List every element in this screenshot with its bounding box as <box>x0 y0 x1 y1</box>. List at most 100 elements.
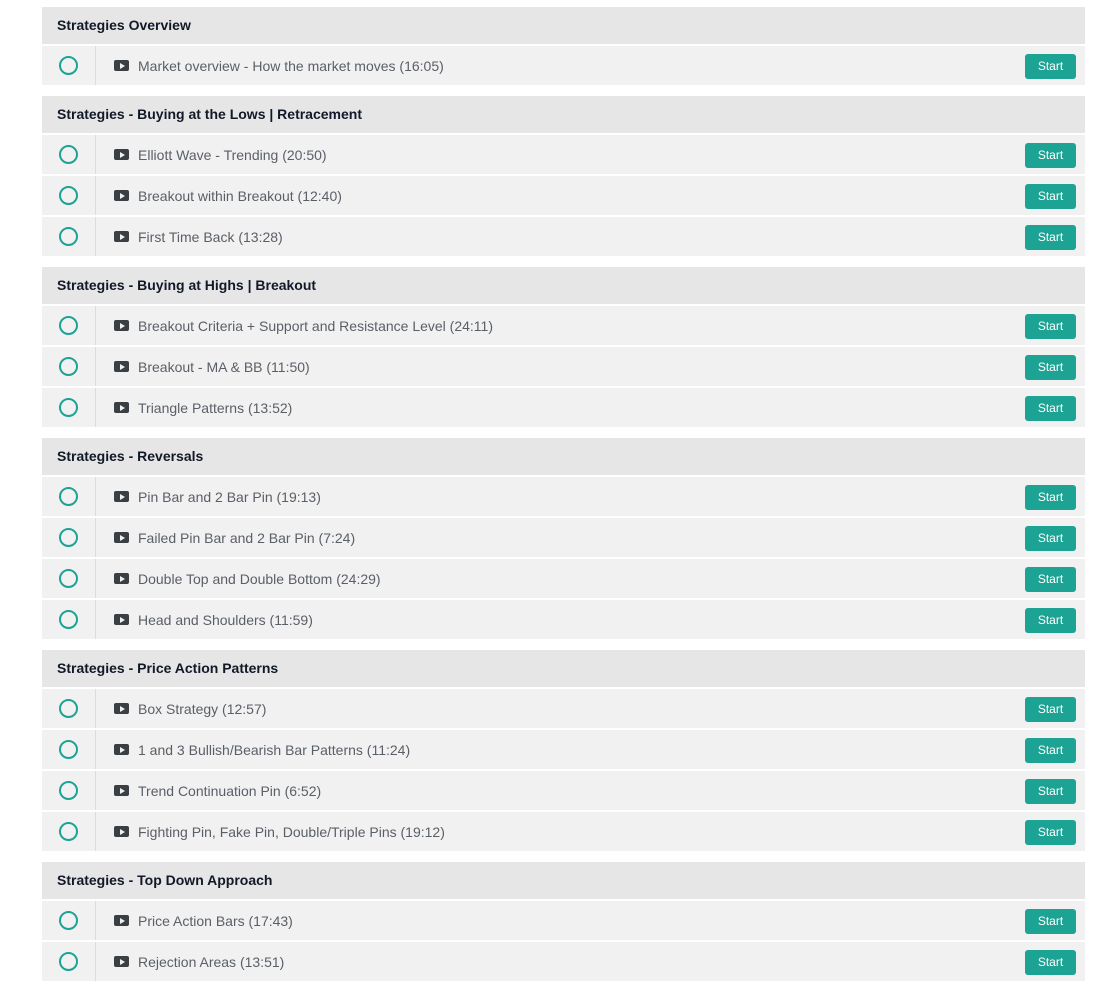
lecture-item[interactable]: Price Action Bars (17:43) Start <box>42 901 1085 942</box>
course-section: Strategies - Buying at the Lows | Retrac… <box>42 96 1085 256</box>
lecture-item[interactable]: Trend Continuation Pin (6:52) Start <box>42 771 1085 812</box>
start-button[interactable]: Start <box>1025 608 1076 633</box>
circle-outline-icon <box>59 822 78 841</box>
lecture-item[interactable]: Rejection Areas (13:51) Start <box>42 942 1085 981</box>
start-button[interactable]: Start <box>1025 820 1076 845</box>
completion-status <box>42 46 96 85</box>
completion-status <box>42 217 96 256</box>
start-button[interactable]: Start <box>1025 184 1076 209</box>
start-button[interactable]: Start <box>1025 779 1076 804</box>
lecture-item[interactable]: Double Top and Double Bottom (24:29) Star… <box>42 559 1085 600</box>
completion-status <box>42 477 96 516</box>
circle-outline-icon <box>59 487 78 506</box>
lecture-item[interactable]: Breakout Criteria + Support and Resistan… <box>42 306 1085 347</box>
lecture-name[interactable]: Triangle Patterns (13:52) <box>138 400 292 416</box>
start-button[interactable]: Start <box>1025 697 1076 722</box>
lecture-name[interactable]: Failed Pin Bar and 2 Bar Pin (7:24) <box>138 530 355 546</box>
circle-outline-icon <box>59 911 78 930</box>
completion-status <box>42 388 96 427</box>
lecture-name[interactable]: Pin Bar and 2 Bar Pin (19:13) <box>138 489 321 505</box>
course-section: Strategies - Price Action Patterns Box St… <box>42 650 1085 851</box>
section-title: Strategies - Reversals <box>42 438 1085 477</box>
start-button[interactable]: Start <box>1025 485 1076 510</box>
lecture-name[interactable]: Breakout within Breakout (12:40) <box>138 188 342 204</box>
video-play-icon <box>114 915 129 926</box>
start-button[interactable]: Start <box>1025 54 1076 79</box>
course-section: Strategies Overview Market overview - How… <box>42 7 1085 85</box>
video-play-icon <box>114 231 129 242</box>
circle-outline-icon <box>59 186 78 205</box>
lecture-item[interactable]: 1 and 3 Bullish/Bearish Bar Patterns (11… <box>42 730 1085 771</box>
video-play-icon <box>114 361 129 372</box>
lecture-item[interactable]: Elliott Wave - Trending (20:50) Start <box>42 135 1085 176</box>
video-play-icon <box>114 320 129 331</box>
video-play-icon <box>114 785 129 796</box>
course-section: Strategies - Top Down Approach Price Acti… <box>42 862 1085 981</box>
completion-status <box>42 812 96 851</box>
start-button[interactable]: Start <box>1025 526 1076 551</box>
start-button[interactable]: Start <box>1025 567 1076 592</box>
video-play-icon <box>114 744 129 755</box>
circle-outline-icon <box>59 398 78 417</box>
completion-status <box>42 135 96 174</box>
video-play-icon <box>114 703 129 714</box>
lecture-name[interactable]: Head and Shoulders (11:59) <box>138 612 313 628</box>
circle-outline-icon <box>59 952 78 971</box>
completion-status <box>42 689 96 728</box>
lecture-name[interactable]: Breakout - MA & BB (11:50) <box>138 359 310 375</box>
lecture-item[interactable]: First Time Back (13:28) Start <box>42 217 1085 256</box>
circle-outline-icon <box>59 357 78 376</box>
start-button[interactable]: Start <box>1025 355 1076 380</box>
lecture-name[interactable]: Double Top and Double Bottom (24:29) <box>138 571 381 587</box>
start-button[interactable]: Start <box>1025 143 1076 168</box>
completion-status <box>42 176 96 215</box>
video-play-icon <box>114 491 129 502</box>
lecture-item[interactable]: Head and Shoulders (11:59) Start <box>42 600 1085 639</box>
circle-outline-icon <box>59 569 78 588</box>
video-play-icon <box>114 532 129 543</box>
completion-status <box>42 730 96 769</box>
section-title: Strategies - Price Action Patterns <box>42 650 1085 689</box>
lecture-name[interactable]: Fighting Pin, Fake Pin, Double/Triple Pi… <box>138 824 445 840</box>
lecture-item[interactable]: Failed Pin Bar and 2 Bar Pin (7:24) Start <box>42 518 1085 559</box>
start-button[interactable]: Start <box>1025 738 1076 763</box>
completion-status <box>42 518 96 557</box>
lecture-name[interactable]: Trend Continuation Pin (6:52) <box>138 783 321 799</box>
completion-status <box>42 306 96 345</box>
lecture-item[interactable]: Fighting Pin, Fake Pin, Double/Triple Pi… <box>42 812 1085 851</box>
lecture-item[interactable]: Market overview - How the market moves (… <box>42 46 1085 85</box>
lecture-name[interactable]: 1 and 3 Bullish/Bearish Bar Patterns (11… <box>138 742 410 758</box>
completion-status <box>42 600 96 639</box>
section-title: Strategies - Buying at Highs | Breakout <box>42 267 1085 306</box>
completion-status <box>42 347 96 386</box>
start-button[interactable]: Start <box>1025 225 1076 250</box>
video-play-icon <box>114 402 129 413</box>
video-play-icon <box>114 826 129 837</box>
start-button[interactable]: Start <box>1025 950 1076 975</box>
course-curriculum: Strategies Overview Market overview - How… <box>42 7 1085 992</box>
lecture-item[interactable]: Pin Bar and 2 Bar Pin (19:13) Start <box>42 477 1085 518</box>
lecture-item[interactable]: Breakout within Breakout (12:40) Start <box>42 176 1085 217</box>
lecture-name[interactable]: Breakout Criteria + Support and Resistan… <box>138 318 493 334</box>
lecture-name[interactable]: Market overview - How the market moves (… <box>138 58 444 74</box>
lecture-name[interactable]: Box Strategy (12:57) <box>138 701 266 717</box>
lecture-item[interactable]: Breakout - MA & BB (11:50) Start <box>42 347 1085 388</box>
lecture-name[interactable]: Price Action Bars (17:43) <box>138 913 293 929</box>
lecture-name[interactable]: Elliott Wave - Trending (20:50) <box>138 147 327 163</box>
completion-status <box>42 942 96 981</box>
circle-outline-icon <box>59 56 78 75</box>
lecture-item[interactable]: Triangle Patterns (13:52) Start <box>42 388 1085 427</box>
lecture-item[interactable]: Box Strategy (12:57) Start <box>42 689 1085 730</box>
course-section: Strategies - Buying at Highs | Breakout B… <box>42 267 1085 427</box>
start-button[interactable]: Start <box>1025 909 1076 934</box>
lecture-name[interactable]: Rejection Areas (13:51) <box>138 954 284 970</box>
start-button[interactable]: Start <box>1025 314 1076 339</box>
circle-outline-icon <box>59 316 78 335</box>
circle-outline-icon <box>59 145 78 164</box>
section-title: Strategies Overview <box>42 7 1085 46</box>
circle-outline-icon <box>59 227 78 246</box>
video-play-icon <box>114 60 129 71</box>
section-title: Strategies - Top Down Approach <box>42 862 1085 901</box>
lecture-name[interactable]: First Time Back (13:28) <box>138 229 283 245</box>
start-button[interactable]: Start <box>1025 396 1076 421</box>
